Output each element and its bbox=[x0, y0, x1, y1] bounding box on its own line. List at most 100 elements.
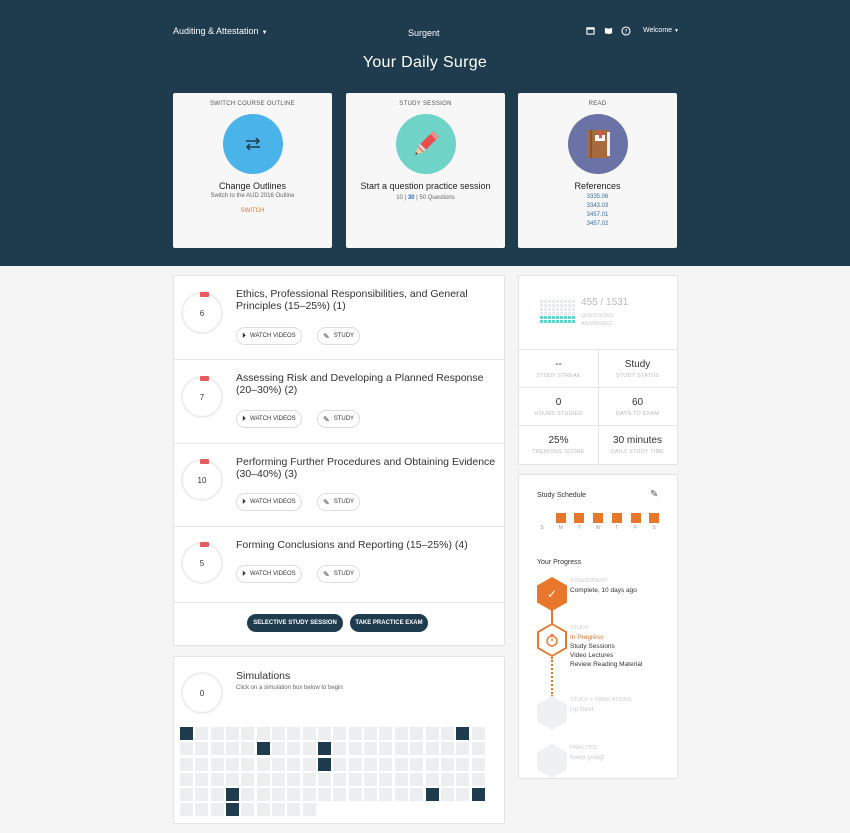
simulation-box[interactable] bbox=[226, 788, 240, 801]
simulation-box[interactable] bbox=[241, 788, 255, 801]
simulation-box[interactable] bbox=[364, 757, 378, 771]
watch-videos-button[interactable]: ⏵ WATCH VIDEOS bbox=[236, 565, 302, 583]
simulation-box[interactable] bbox=[226, 757, 240, 771]
simulation-box[interactable] bbox=[302, 803, 316, 817]
simulation-box[interactable] bbox=[440, 727, 454, 740]
simulation-box[interactable] bbox=[318, 742, 332, 756]
brand-logo[interactable]: Surgent bbox=[408, 28, 440, 38]
reference-link[interactable]: 3335.06 bbox=[518, 193, 677, 202]
simulation-box[interactable] bbox=[210, 742, 224, 756]
simulation-box[interactable] bbox=[272, 742, 286, 756]
study-button[interactable]: ✎ STUDY bbox=[317, 565, 361, 583]
simulation-box[interactable] bbox=[364, 772, 378, 786]
simulation-box[interactable] bbox=[210, 757, 224, 771]
simulation-box[interactable] bbox=[410, 788, 424, 801]
simulation-box[interactable] bbox=[333, 788, 347, 801]
simulation-box[interactable] bbox=[394, 757, 408, 771]
simulation-box[interactable] bbox=[180, 727, 193, 740]
simulation-box[interactable] bbox=[318, 772, 332, 786]
simulation-box[interactable] bbox=[471, 757, 485, 771]
simulation-box[interactable] bbox=[456, 727, 470, 740]
simulation-box[interactable] bbox=[364, 788, 378, 801]
watch-videos-button[interactable]: ⏵ WATCH VIDEOS bbox=[236, 327, 302, 345]
simulation-box[interactable] bbox=[456, 788, 470, 801]
help-icon[interactable]: ? bbox=[621, 26, 631, 36]
schedule-day-box[interactable] bbox=[593, 513, 604, 523]
simulation-box[interactable] bbox=[410, 772, 424, 786]
simulation-box[interactable] bbox=[210, 772, 224, 786]
simulation-box[interactable] bbox=[226, 803, 240, 817]
switch-link[interactable]: SWITCH bbox=[173, 208, 332, 214]
simulation-box[interactable] bbox=[348, 742, 362, 756]
simulation-box[interactable] bbox=[410, 727, 424, 740]
simulation-box[interactable] bbox=[256, 742, 270, 756]
simulation-box[interactable] bbox=[394, 727, 408, 740]
simulation-box[interactable] bbox=[195, 727, 209, 740]
simulation-box[interactable] bbox=[180, 772, 193, 786]
simulation-box[interactable] bbox=[394, 772, 408, 786]
simulation-box[interactable] bbox=[425, 772, 439, 786]
schedule-day-box[interactable] bbox=[611, 513, 622, 523]
q-option[interactable]: 50 Questions bbox=[419, 195, 454, 201]
simulation-box[interactable] bbox=[210, 727, 224, 740]
book-icon[interactable] bbox=[603, 26, 613, 36]
course-dropdown[interactable]: Auditing & Attestation ▼ bbox=[173, 26, 268, 36]
simulation-box[interactable] bbox=[241, 803, 255, 817]
q-option[interactable]: 10 bbox=[396, 195, 403, 201]
study-button[interactable]: ✎ STUDY bbox=[317, 410, 361, 428]
simulation-box[interactable] bbox=[180, 742, 193, 756]
simulation-box[interactable] bbox=[440, 757, 454, 771]
study-button[interactable]: ✎ STUDY bbox=[317, 327, 361, 345]
simulation-box[interactable] bbox=[318, 727, 332, 740]
simulation-box[interactable] bbox=[256, 757, 270, 771]
simulation-box[interactable] bbox=[195, 742, 209, 756]
simulation-box[interactable] bbox=[287, 757, 301, 771]
simulation-box[interactable] bbox=[333, 772, 347, 786]
simulation-box[interactable] bbox=[456, 757, 470, 771]
simulation-box[interactable] bbox=[410, 757, 424, 771]
simulation-box[interactable] bbox=[302, 788, 316, 801]
simulation-box[interactable] bbox=[256, 772, 270, 786]
simulation-box[interactable] bbox=[287, 772, 301, 786]
simulation-box[interactable] bbox=[379, 742, 393, 756]
simulation-box[interactable] bbox=[348, 788, 362, 801]
simulation-box[interactable] bbox=[425, 727, 439, 740]
simulation-box[interactable] bbox=[226, 742, 240, 756]
simulation-box[interactable] bbox=[318, 757, 332, 771]
simulation-box[interactable] bbox=[379, 727, 393, 740]
simulation-box[interactable] bbox=[440, 772, 454, 786]
simulation-box[interactable] bbox=[272, 772, 286, 786]
simulation-box[interactable] bbox=[440, 788, 454, 801]
simulation-box[interactable] bbox=[195, 772, 209, 786]
simulation-box[interactable] bbox=[440, 742, 454, 756]
simulation-box[interactable] bbox=[195, 803, 209, 817]
simulation-box[interactable] bbox=[364, 742, 378, 756]
simulation-box[interactable] bbox=[302, 757, 316, 771]
simulation-box[interactable] bbox=[364, 727, 378, 740]
schedule-day-box[interactable] bbox=[649, 513, 660, 523]
simulation-box[interactable] bbox=[272, 788, 286, 801]
simulation-box[interactable] bbox=[272, 803, 286, 817]
simulation-box[interactable] bbox=[302, 742, 316, 756]
simulation-box[interactable] bbox=[256, 803, 270, 817]
simulation-box[interactable] bbox=[456, 742, 470, 756]
simulation-box[interactable] bbox=[348, 772, 362, 786]
simulation-box[interactable] bbox=[394, 742, 408, 756]
simulation-box[interactable] bbox=[471, 742, 485, 756]
simulation-box[interactable] bbox=[210, 788, 224, 801]
simulation-box[interactable] bbox=[272, 727, 286, 740]
study-button[interactable]: ✎ STUDY bbox=[317, 493, 361, 511]
simulation-box[interactable] bbox=[333, 727, 347, 740]
simulation-box[interactable] bbox=[256, 788, 270, 801]
simulation-box[interactable] bbox=[195, 788, 209, 801]
simulation-box[interactable] bbox=[425, 757, 439, 771]
simulation-box[interactable] bbox=[272, 757, 286, 771]
simulation-box[interactable] bbox=[180, 788, 193, 801]
simulation-box[interactable] bbox=[425, 742, 439, 756]
simulation-box[interactable] bbox=[180, 757, 193, 771]
simulation-box[interactable] bbox=[456, 772, 470, 786]
reference-link[interactable]: 3457.02 bbox=[518, 220, 677, 229]
simulation-box[interactable] bbox=[241, 772, 255, 786]
simulation-box[interactable] bbox=[302, 772, 316, 786]
schedule-day-box[interactable] bbox=[574, 513, 585, 523]
